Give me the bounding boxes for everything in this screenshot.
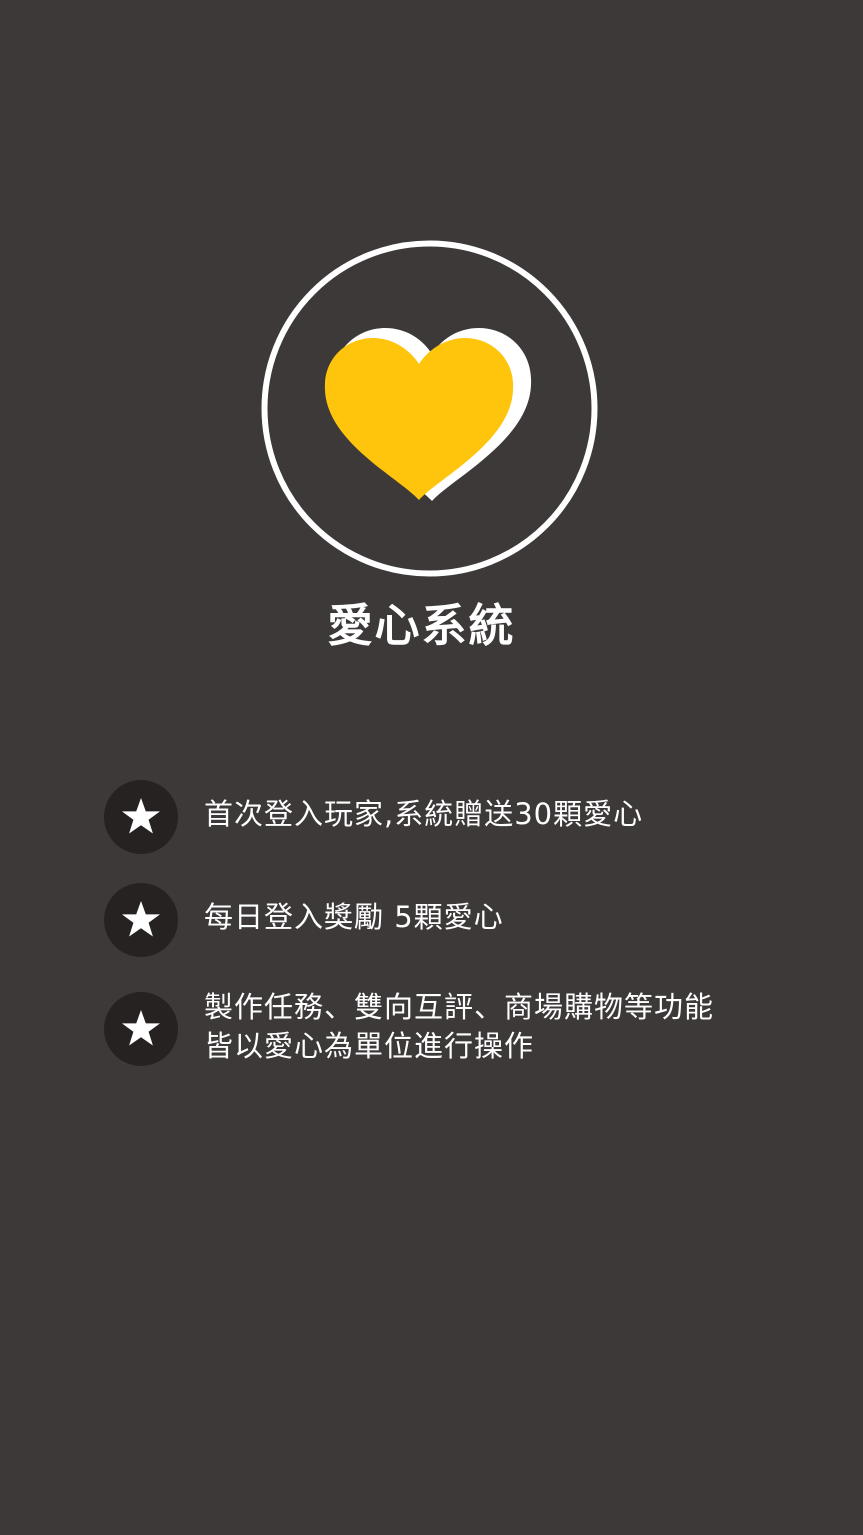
page-title: 愛心系統 [327, 599, 516, 652]
rule-text: 製作任務、雙向互評、商場購物等功能 皆以愛心為單位進行操作 [204, 988, 804, 1066]
star-bullet [104, 992, 178, 1066]
star-icon [122, 901, 160, 937]
heart-emblem-graphic [261, 240, 598, 577]
rule-line: 皆以愛心為單位進行操作 [204, 1029, 535, 1063]
star-icon [122, 798, 160, 834]
heart-emblem [261, 240, 598, 577]
rule-line: 首次登入玩家,系統贈送30顆愛心 [204, 797, 644, 831]
star-bullet [104, 883, 178, 957]
rule-text: 首次登入玩家,系統贈送30顆愛心 [204, 795, 804, 834]
rule-text: 每日登入獎勵 5顆愛心 [204, 898, 804, 937]
rule-line: 每日登入獎勵 5顆愛心 [204, 900, 504, 934]
rule-line: 製作任務、雙向互評、商場購物等功能 [204, 990, 715, 1024]
star-icon [122, 1010, 160, 1046]
star-bullet [104, 780, 178, 854]
